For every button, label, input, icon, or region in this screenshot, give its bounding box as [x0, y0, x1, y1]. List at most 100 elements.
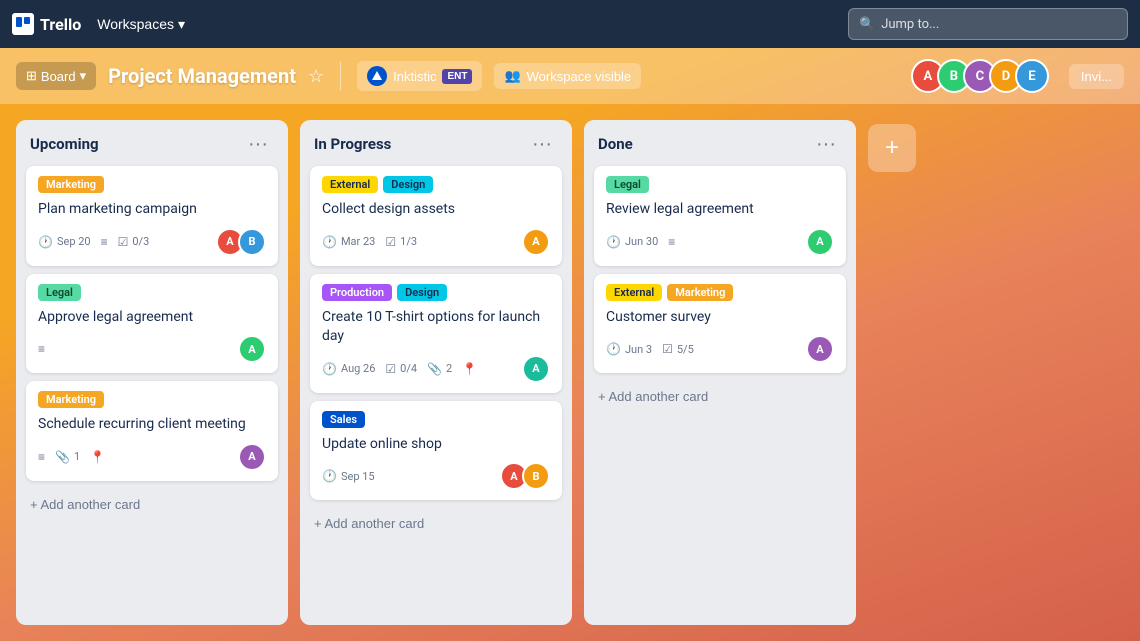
- card-tag: Marketing: [667, 284, 733, 301]
- board-view-button[interactable]: ⊞ Board ▾: [16, 62, 96, 90]
- card-avatar: B: [522, 462, 550, 490]
- attachment-count: 2: [446, 362, 452, 375]
- card-footer: 🕐 Aug 26 ☑ 0/4 📎 2 📍 A: [322, 355, 550, 383]
- add-card-button[interactable]: + Add another card: [310, 508, 562, 539]
- column-title: Upcoming: [30, 135, 99, 153]
- card-meta: 🕐 Sep 20 ≡ ☑ 0/3: [38, 235, 149, 249]
- date-value: Mar 23: [341, 235, 375, 248]
- card-meta: 🕐 Jun 30 ≡: [606, 235, 675, 249]
- card-location: 📍: [90, 450, 105, 464]
- column-in-progress: In Progress ··· ExternalDesign Collect de…: [300, 120, 572, 625]
- card-title: Approve legal agreement: [38, 308, 266, 328]
- card-title: Update online shop: [322, 435, 550, 455]
- card-date: 🕐 Jun 30: [606, 235, 658, 249]
- header-avatars: A B C D E: [919, 59, 1049, 93]
- card-tags: Legal: [38, 284, 266, 301]
- checklist-value: 0/3: [132, 235, 149, 248]
- card-avatars: A: [812, 228, 834, 256]
- card-attachment: 📎 2: [427, 362, 452, 376]
- card-footer: 🕐 Jun 30 ≡ A: [606, 228, 834, 256]
- card-footer: 🕐 Sep 15 AB: [322, 462, 550, 490]
- attachment-count: 1: [74, 450, 80, 463]
- workspaces-button[interactable]: Workspaces ▾: [89, 12, 193, 37]
- card-tags: Marketing: [38, 391, 266, 408]
- card-avatars: A: [528, 355, 550, 383]
- card-meta: 🕐 Jun 3 ☑ 5/5: [606, 342, 694, 356]
- board-view-label: Board: [41, 69, 76, 84]
- checklist-icon: ☑: [385, 235, 396, 249]
- card-date: 🕐 Jun 3: [606, 342, 652, 356]
- card[interactable]: ProductionDesignCreate 10 T-shirt option…: [310, 274, 562, 393]
- visibility-button[interactable]: 👥 Workspace visible: [494, 63, 641, 89]
- search-bar[interactable]: 🔍 Jump to...: [848, 8, 1128, 40]
- card-meta: ≡: [38, 342, 45, 356]
- inktistic-icon: [367, 66, 387, 86]
- add-card-button[interactable]: + Add another card: [26, 489, 278, 520]
- card[interactable]: Marketing Schedule recurring client meeti…: [26, 381, 278, 481]
- card[interactable]: MarketingPlan marketing campaign 🕐 Sep 2…: [26, 166, 278, 266]
- checklist-value: 5/5: [677, 343, 694, 356]
- card-tags: ExternalMarketing: [606, 284, 834, 301]
- attachment-icon: 📎: [55, 450, 70, 464]
- date-value: Jun 3: [625, 343, 652, 356]
- column-header: In Progress ···: [310, 130, 562, 158]
- column-header: Done ···: [594, 130, 846, 158]
- date-value: Sep 20: [57, 235, 91, 248]
- card[interactable]: Legal Review legal agreement 🕐 Jun 30 ≡ A: [594, 166, 846, 266]
- card-tags: Legal: [606, 176, 834, 193]
- card-checklist: ☑ 0/3: [118, 235, 150, 249]
- add-card-button[interactable]: + Add another card: [594, 381, 846, 412]
- invite-button[interactable]: Invi...: [1069, 64, 1124, 89]
- card-tags: ExternalDesign: [322, 176, 550, 193]
- avatar[interactable]: E: [1015, 59, 1049, 93]
- star-button[interactable]: ☆: [308, 66, 324, 87]
- card-avatar: B: [238, 228, 266, 256]
- workspace-name: Inktistic: [393, 69, 436, 84]
- card-tags: Sales: [322, 411, 550, 428]
- card-description-icon: ≡: [38, 450, 45, 464]
- card-tag: Marketing: [38, 391, 104, 408]
- card-avatar: A: [238, 443, 266, 471]
- lines-icon: ≡: [668, 235, 675, 249]
- card-tag: Legal: [38, 284, 81, 301]
- card-avatar: A: [806, 335, 834, 363]
- card-meta: 🕐 Mar 23 ☑ 1/3: [322, 235, 417, 249]
- ent-badge: ENT: [442, 69, 472, 84]
- card-attachment: 📎 1: [55, 450, 80, 464]
- chevron-down-icon: ▾: [80, 68, 87, 84]
- card-tag: Design: [397, 284, 447, 301]
- search-icon: 🔍: [859, 17, 875, 32]
- card-footer: ≡ 📎 1 📍 A: [38, 443, 266, 471]
- card-title: Plan marketing campaign: [38, 200, 266, 220]
- divider: [340, 62, 341, 90]
- column-menu-button[interactable]: ···: [526, 132, 558, 156]
- card-footer: 🕐 Mar 23 ☑ 1/3 A: [322, 228, 550, 256]
- card-tag: Design: [383, 176, 433, 193]
- card-avatars: AB: [506, 462, 550, 490]
- card[interactable]: ExternalDesign Collect design assets 🕐 Ma…: [310, 166, 562, 266]
- card[interactable]: LegalApprove legal agreement ≡ A: [26, 274, 278, 374]
- card[interactable]: ExternalMarketingCustomer survey 🕐 Jun 3…: [594, 274, 846, 374]
- date-value: Jun 30: [625, 235, 658, 248]
- card-meta: 🕐 Sep 15: [322, 469, 375, 483]
- column-header: Upcoming ···: [26, 130, 278, 158]
- lines-icon: ≡: [101, 235, 108, 249]
- card-title: Review legal agreement: [606, 200, 834, 220]
- column-menu-button[interactable]: ···: [810, 132, 842, 156]
- workspaces-label: Workspaces: [97, 16, 174, 32]
- card-avatar: A: [806, 228, 834, 256]
- card-meta: ≡ 📎 1 📍: [38, 450, 105, 464]
- add-column-button[interactable]: +: [868, 124, 916, 172]
- lines-icon: ≡: [38, 450, 45, 464]
- card-description-icon: ≡: [38, 342, 45, 356]
- clock-icon: 🕐: [606, 342, 621, 356]
- column-menu-button[interactable]: ···: [242, 132, 274, 156]
- card[interactable]: Sales Update online shop 🕐 Sep 15 AB: [310, 401, 562, 501]
- board-view-icon: ⊞: [26, 68, 37, 84]
- card-title: Schedule recurring client meeting: [38, 415, 266, 435]
- card-title: Collect design assets: [322, 200, 550, 220]
- workspace-button[interactable]: Inktistic ENT: [357, 61, 482, 91]
- invite-label: Invi...: [1081, 69, 1112, 84]
- card-location: 📍: [462, 362, 477, 376]
- search-placeholder: Jump to...: [881, 17, 939, 32]
